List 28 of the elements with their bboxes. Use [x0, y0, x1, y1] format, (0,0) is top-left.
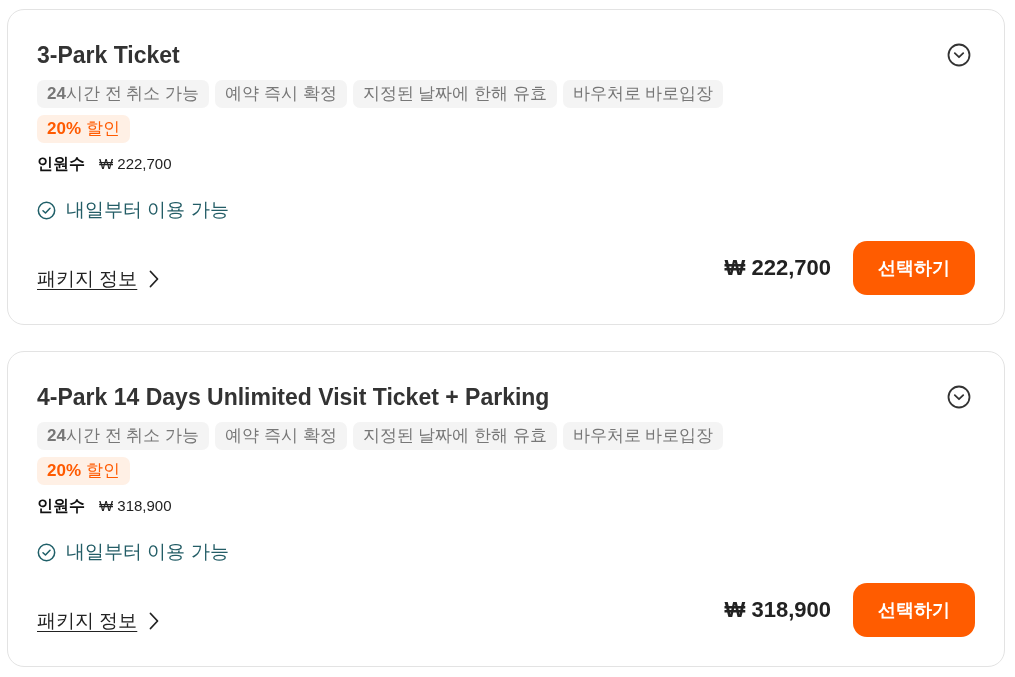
circled-chevron-down-icon[interactable] — [947, 43, 971, 67]
package-title: 3-Park Ticket — [37, 41, 180, 70]
package-info-link[interactable]: 패키지 정보 — [37, 608, 138, 634]
availability-text: 내일부터 이용 가능 — [66, 540, 229, 564]
feature-tag: 예약 즉시 확정 — [215, 422, 347, 450]
feature-tag: 24시간 전 취소 가능 — [37, 422, 210, 450]
feature-tag: 바우처로 바로입장 — [562, 80, 724, 108]
feature-tag: 바우처로 바로입장 — [562, 422, 724, 450]
check-circle-icon — [37, 200, 56, 220]
discount-tag: 20% 할인 — [37, 115, 130, 143]
package-info-link[interactable]: 패키지 정보 — [37, 266, 138, 292]
check-circle-icon — [37, 542, 56, 562]
chevron-right-icon — [149, 612, 160, 630]
discount-tag: 20% 할인 — [37, 457, 130, 485]
feature-tag: 예약 즉시 확정 — [215, 80, 347, 108]
feature-tag: 지정된 날짜에 한해 유효 — [352, 422, 557, 450]
headcount-label: 인원수 — [37, 154, 85, 174]
chevron-right-icon — [149, 270, 160, 288]
feature-tag: 24시간 전 취소 가능 — [37, 80, 210, 108]
headcount-price: ₩ 222,700 — [99, 155, 172, 172]
package-price: ₩ 318,900 — [724, 597, 831, 623]
availability-text: 내일부터 이용 가능 — [66, 198, 229, 222]
package-price: ₩ 222,700 — [724, 255, 831, 281]
circled-chevron-down-icon[interactable] — [947, 385, 971, 409]
headcount-price: ₩ 318,900 — [99, 497, 172, 514]
package-title: 4-Park 14 Days Unlimited Visit Ticket + Parking — [37, 383, 550, 412]
headcount-label: 인원수 — [37, 496, 85, 516]
feature-tag: 지정된 날짜에 한해 유효 — [352, 80, 557, 108]
